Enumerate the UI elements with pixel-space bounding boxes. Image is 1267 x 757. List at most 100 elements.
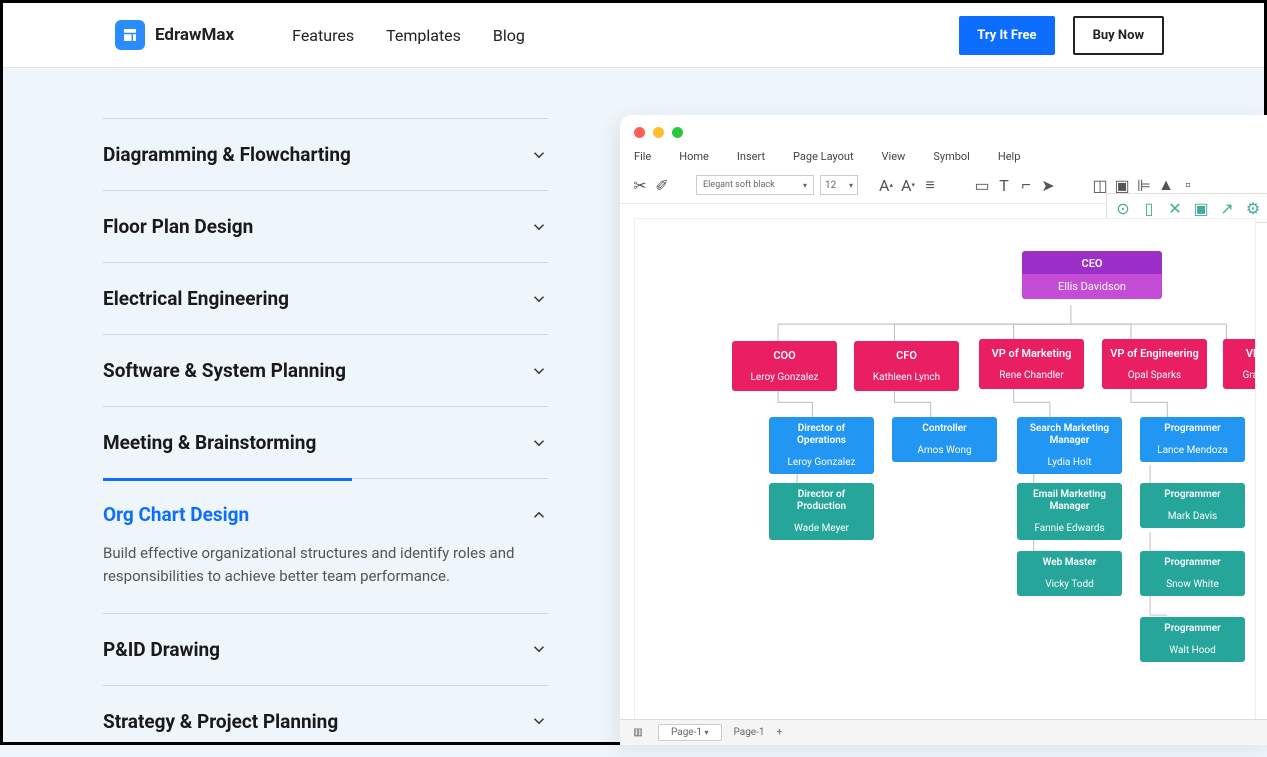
- canvas[interactable]: CEO Ellis Davidson COO Leroy Gonzalez CF…: [634, 218, 1256, 726]
- menu-file[interactable]: File: [634, 150, 651, 163]
- page-tab-active[interactable]: Page-1: [734, 727, 765, 738]
- chevron-down-icon: [530, 640, 548, 658]
- acc-item-electrical[interactable]: Electrical Engineering: [103, 262, 548, 334]
- cta-group: Try It Free Buy Now: [959, 16, 1164, 55]
- node-name: Leroy Gonzalez: [736, 368, 833, 383]
- zoom-icon[interactable]: ⊙: [1115, 200, 1131, 216]
- pages-icon[interactable]: ▥: [630, 725, 646, 741]
- close-icon[interactable]: [634, 127, 645, 138]
- paint-icon[interactable]: ✐: [654, 177, 670, 193]
- node-name: Kathleen Lynch: [858, 368, 955, 383]
- acc-title: Org Chart Design: [103, 503, 249, 526]
- group-icon[interactable]: ▣: [1114, 177, 1130, 193]
- more-icon[interactable]: ▫: [1180, 177, 1196, 193]
- buy-now-button[interactable]: Buy Now: [1073, 16, 1164, 55]
- menu-view[interactable]: View: [882, 150, 906, 163]
- app-menubar: File Home Insert Page Layout View Symbol…: [620, 150, 1267, 171]
- minimize-icon[interactable]: [653, 127, 664, 138]
- node-role: Programmer: [1144, 623, 1241, 635]
- align-icon[interactable]: ≡: [922, 177, 938, 193]
- menu-home[interactable]: Home: [679, 150, 709, 163]
- export-icon[interactable]: ↗: [1219, 200, 1235, 216]
- nav-templates[interactable]: Templates: [386, 26, 461, 45]
- fit-icon[interactable]: ▯: [1141, 200, 1157, 216]
- font-decrease-icon[interactable]: A▾: [900, 177, 916, 193]
- node-role: Director of Production: [773, 489, 870, 513]
- brand[interactable]: EdrawMax: [115, 20, 234, 50]
- node-role: Director of Operations: [773, 423, 870, 447]
- org-node-vpm[interactable]: VP of Marketing Rene Chandler: [979, 339, 1084, 389]
- font-selector[interactable]: Elegant soft black▾: [696, 175, 814, 195]
- rect-icon[interactable]: ▭: [974, 177, 990, 193]
- org-node-vpe[interactable]: VP of Engineering Opal Sparks: [1102, 339, 1207, 389]
- org-node-emm[interactable]: Email Marketing Manager Fannie Edwards: [1017, 483, 1122, 540]
- page-tab-dropdown[interactable]: Page-1 ▾: [658, 724, 722, 741]
- add-page-button[interactable]: +: [777, 727, 783, 738]
- text-icon[interactable]: T: [996, 177, 1012, 193]
- org-node-coo[interactable]: COO Leroy Gonzalez: [732, 341, 837, 391]
- chevron-down-icon: [530, 362, 548, 380]
- acc-item-pid[interactable]: P&ID Drawing: [103, 613, 548, 685]
- maximize-icon[interactable]: [672, 127, 683, 138]
- window-controls: [620, 115, 1267, 150]
- org-node-cfo[interactable]: CFO Kathleen Lynch: [854, 341, 959, 391]
- save-icon[interactable]: ▣: [1193, 200, 1209, 216]
- node-role: Email Marketing Manager: [1021, 489, 1118, 513]
- cut-icon[interactable]: ✂: [632, 177, 648, 193]
- menu-help[interactable]: Help: [998, 150, 1021, 163]
- font-increase-icon[interactable]: A▴: [878, 177, 894, 193]
- acc-item-orgchart[interactable]: Org Chart Design Build effective organiz…: [103, 478, 548, 613]
- cursor-icon[interactable]: ➤: [1040, 177, 1056, 193]
- align2-icon[interactable]: ⊫: [1136, 177, 1152, 193]
- layer-icon[interactable]: ◫: [1092, 177, 1108, 193]
- acc-item-strategy[interactable]: Strategy & Project Planning: [103, 685, 548, 757]
- node-name: Fannie Edwards: [1021, 519, 1118, 534]
- acc-body: Build effective organizational structure…: [103, 542, 548, 589]
- page-tabs: ▥ Page-1 ▾ Page-1 +: [620, 719, 1267, 745]
- size-selector[interactable]: 12▾: [820, 175, 858, 195]
- chevron-down-icon: [530, 146, 548, 164]
- connector-icon[interactable]: ⌐: [1018, 177, 1034, 193]
- node-name: Vicky Todd: [1021, 575, 1118, 590]
- org-node-dprod[interactable]: Director of Production Wade Meyer: [769, 483, 874, 540]
- node-name: Lydia Holt: [1021, 453, 1118, 468]
- main-nav: Features Templates Blog: [292, 26, 525, 45]
- expand-icon[interactable]: ✕: [1167, 200, 1183, 216]
- node-name: Mark Davis: [1144, 507, 1241, 522]
- menu-symbol[interactable]: Symbol: [933, 150, 970, 163]
- try-free-button[interactable]: Try It Free: [959, 16, 1054, 55]
- chevron-down-icon: [530, 218, 548, 236]
- top-nav: EdrawMax Features Templates Blog Try It …: [3, 3, 1264, 68]
- acc-item-floorplan[interactable]: Floor Plan Design: [103, 190, 548, 262]
- org-node-dops[interactable]: Director of Operations Leroy Gonzalez: [769, 417, 874, 474]
- acc-item-software[interactable]: Software & System Planning: [103, 334, 548, 406]
- node-name: Walt Hood: [1144, 641, 1241, 656]
- warn-icon[interactable]: ▲: [1158, 177, 1174, 193]
- org-node-prog4[interactable]: Programmer Walt Hood: [1140, 617, 1245, 662]
- org-node-ctrl[interactable]: Controller Amos Wong: [892, 417, 997, 462]
- org-node-prog2[interactable]: Programmer Mark Davis: [1140, 483, 1245, 528]
- org-node-wm[interactable]: Web Master Vicky Todd: [1017, 551, 1122, 596]
- org-node-prog3[interactable]: Programmer Snow White: [1140, 551, 1245, 596]
- node-role: CEO: [1026, 257, 1158, 270]
- menu-pagelayout[interactable]: Page Layout: [793, 150, 854, 163]
- chevron-down-icon: [530, 712, 548, 730]
- chevron-up-icon: [530, 506, 548, 524]
- chevron-down-icon: [530, 290, 548, 308]
- nav-blog[interactable]: Blog: [493, 26, 525, 45]
- acc-item-meeting[interactable]: Meeting & Brainstorming: [103, 406, 548, 478]
- nav-features[interactable]: Features: [292, 26, 354, 45]
- org-node-vp5[interactable]: VP Gran: [1223, 339, 1256, 389]
- node-role: Controller: [896, 423, 993, 435]
- node-role: Programmer: [1144, 489, 1241, 501]
- acc-item-diagramming[interactable]: Diagramming & Flowcharting: [103, 118, 548, 190]
- org-node-prog1[interactable]: Programmer Lance Mendoza: [1140, 417, 1245, 462]
- node-name: Snow White: [1144, 575, 1241, 590]
- acc-title: Electrical Engineering: [103, 287, 289, 310]
- acc-title: Diagramming & Flowcharting: [103, 143, 351, 166]
- menu-insert[interactable]: Insert: [737, 150, 765, 163]
- org-node-smm[interactable]: Search Marketing Manager Lydia Holt: [1017, 417, 1122, 474]
- node-name: Wade Meyer: [773, 519, 870, 534]
- gear-icon[interactable]: ⚙: [1245, 200, 1261, 216]
- org-node-ceo[interactable]: CEO Ellis Davidson: [1022, 251, 1162, 299]
